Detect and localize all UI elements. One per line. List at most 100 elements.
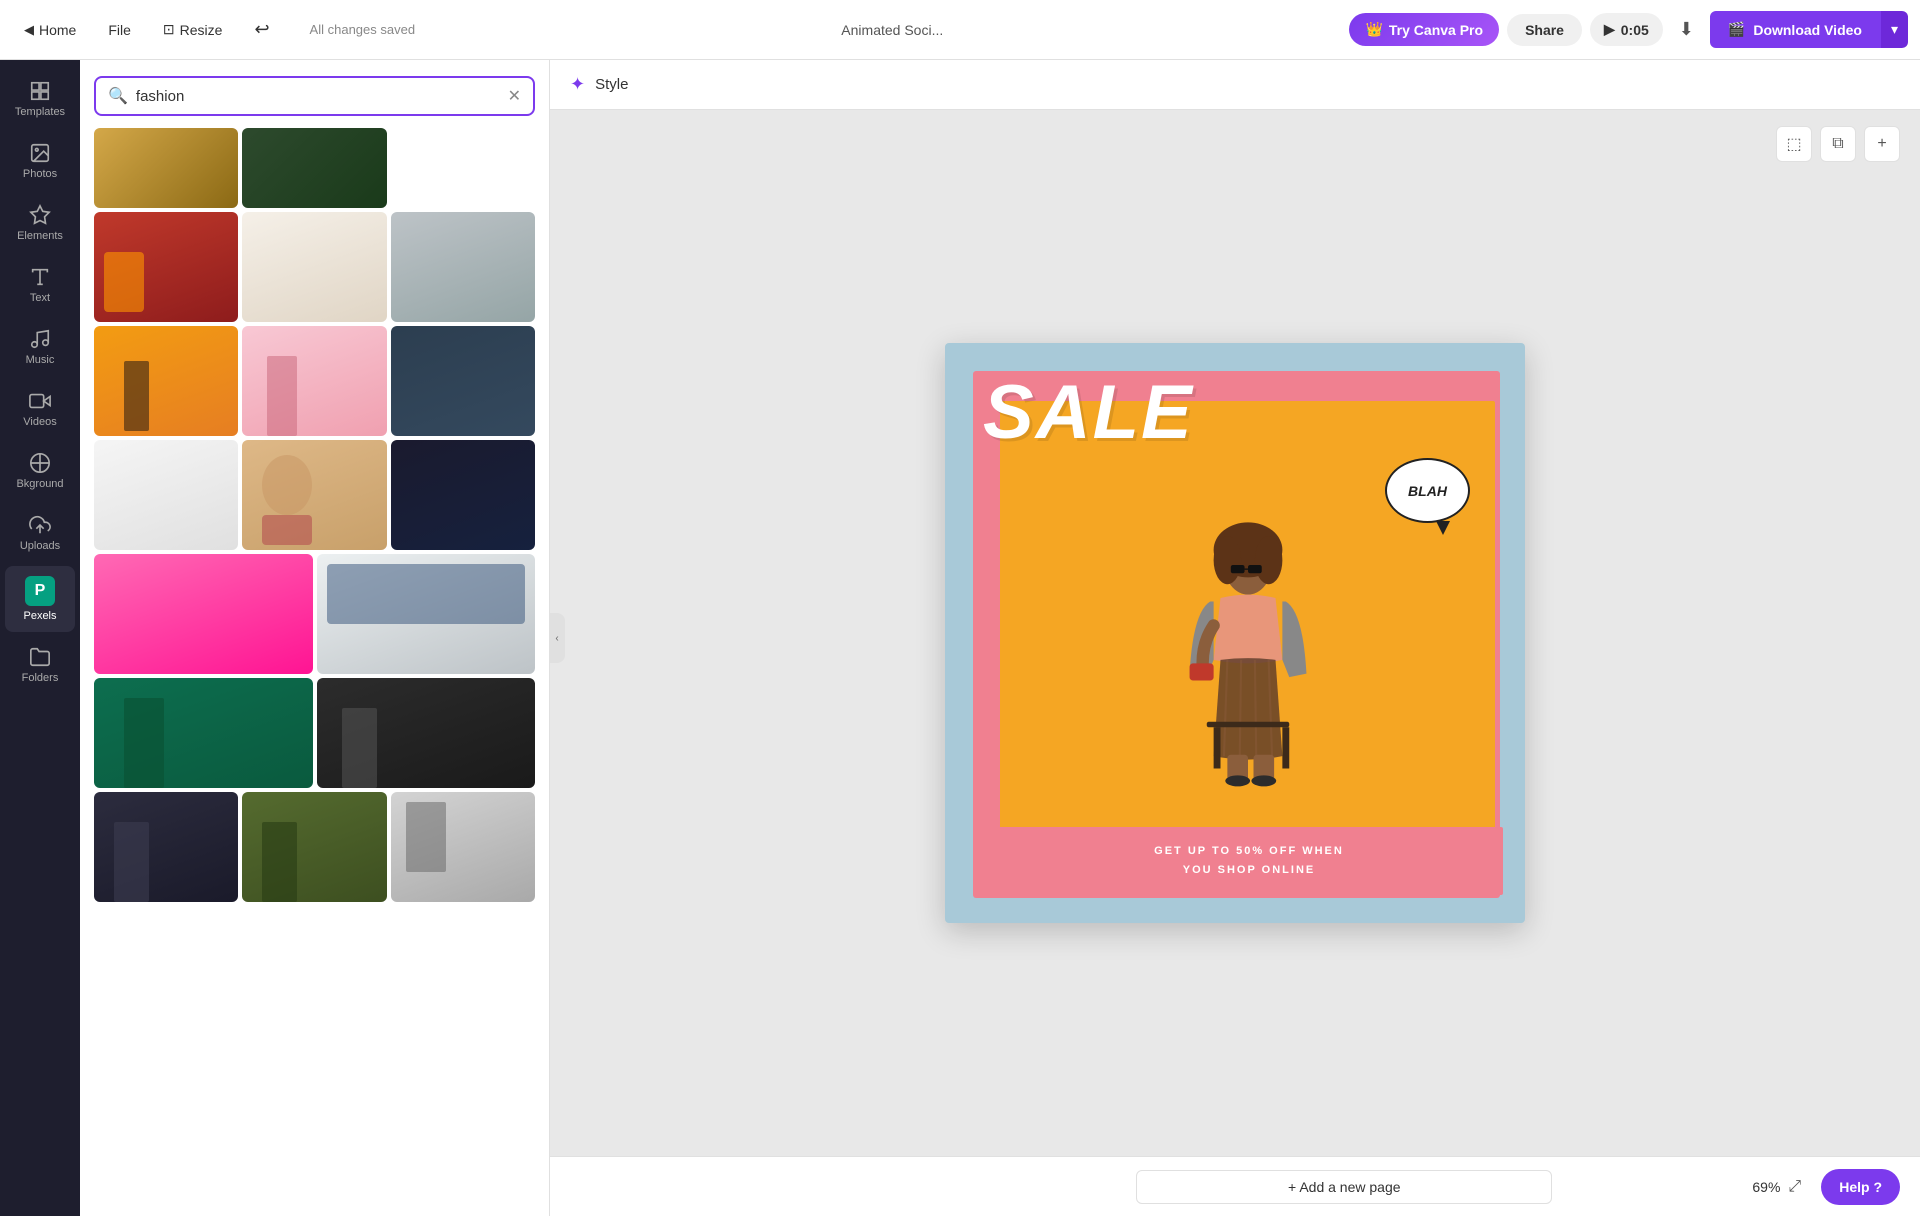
promo-banner: GET UP TO 50% OFF WHENYOU SHOP ONLINE	[995, 827, 1503, 895]
photo-item[interactable]	[94, 554, 313, 674]
photo-item[interactable]	[242, 212, 386, 322]
crown-icon: 👑	[1365, 21, 1382, 38]
promo-text: GET UP TO 50% OFF WHENYOU SHOP ONLINE	[1154, 842, 1344, 879]
download-video-group: 🎬 Download Video ▾	[1710, 11, 1908, 48]
photo-item[interactable]	[391, 440, 535, 550]
share-button[interactable]: Share	[1507, 14, 1582, 46]
clear-search-icon[interactable]: ✕	[508, 86, 521, 106]
sidebar-item-pexels[interactable]: P Pexels	[5, 566, 75, 632]
text-icon	[29, 266, 51, 288]
photo-item[interactable]	[242, 326, 386, 436]
zoom-expand-icon[interactable]: ⤢	[1788, 1178, 1801, 1196]
file-button[interactable]: File	[96, 16, 143, 44]
download-icon: ⬇	[1679, 19, 1694, 39]
preview-time: 0:05	[1621, 22, 1649, 38]
resize-icon: ⊡	[163, 21, 175, 38]
text-label: Text	[30, 292, 50, 304]
music-label: Music	[26, 354, 55, 366]
templates-icon	[29, 80, 51, 102]
caret-down-icon: ▾	[1891, 21, 1898, 37]
search-input[interactable]	[136, 88, 500, 105]
panel-collapse-handle[interactable]: ‹	[549, 613, 565, 663]
add-icon: +	[1877, 135, 1886, 153]
resize-label: Resize	[180, 22, 223, 38]
canvas-container: ⬚ ⧉ +	[550, 110, 1920, 1156]
style-sparkle-icon: ✦	[570, 74, 585, 95]
frame-icon: ⬚	[1786, 134, 1801, 154]
elements-icon	[29, 204, 51, 226]
photo-item[interactable]	[317, 678, 536, 788]
home-button[interactable]: ◀ Home	[12, 16, 88, 44]
zoom-level: 69%	[1752, 1179, 1780, 1195]
add-page-button[interactable]: +	[1864, 126, 1900, 162]
sidebar-item-background[interactable]: Bkground	[5, 442, 75, 500]
photo-item[interactable]	[94, 128, 238, 208]
download-icon-button[interactable]: ⬇	[1671, 11, 1702, 48]
sidebar-item-text[interactable]: Text	[5, 256, 75, 314]
undo-icon: ↩	[254, 19, 269, 40]
photo-item[interactable]	[391, 792, 535, 902]
add-page-button[interactable]: + Add a new page	[1136, 1170, 1552, 1204]
photo-item[interactable]	[242, 440, 386, 550]
photo-item[interactable]	[94, 326, 238, 436]
photo-item[interactable]	[242, 792, 386, 902]
background-icon	[29, 452, 51, 474]
search-bar: 🔍 ✕	[94, 76, 535, 116]
elements-label: Elements	[17, 230, 63, 242]
resize-button[interactable]: ⊡ Resize	[151, 15, 235, 44]
pro-label: Try Canva Pro	[1389, 22, 1483, 38]
download-video-label: Download Video	[1753, 22, 1862, 38]
preview-button[interactable]: ▶ 0:05	[1590, 13, 1663, 46]
folders-label: Folders	[22, 672, 59, 684]
sidebar-item-uploads[interactable]: Uploads	[5, 504, 75, 562]
sidebar-item-templates[interactable]: Templates	[5, 70, 75, 128]
photos-label: Photos	[23, 168, 57, 180]
help-button[interactable]: Help ?	[1821, 1169, 1900, 1205]
download-caret-button[interactable]: ▾	[1880, 11, 1908, 48]
photo-item[interactable]	[317, 554, 536, 674]
videos-label: Videos	[23, 416, 56, 428]
help-label: Help ?	[1839, 1179, 1882, 1195]
topnav: ◀ Home File ⊡ Resize ↩ All changes saved…	[0, 0, 1920, 60]
try-pro-button[interactable]: 👑 Try Canva Pro	[1349, 13, 1499, 46]
sidebar: Templates Photos Elements Text Music Vid…	[0, 60, 80, 1216]
sidebar-item-videos[interactable]: Videos	[5, 380, 75, 438]
share-label: Share	[1525, 22, 1564, 38]
sidebar-item-folders[interactable]: Folders	[5, 636, 75, 694]
photos-icon	[29, 142, 51, 164]
style-label: Style	[595, 76, 628, 93]
undo-button[interactable]: ↩	[242, 13, 281, 46]
uploads-icon	[29, 514, 51, 536]
copy-icon: ⧉	[1832, 135, 1843, 153]
copy-button[interactable]: ⧉	[1820, 126, 1856, 162]
photo-item[interactable]	[242, 128, 386, 208]
canvas-area: ✦ Style ⬚ ⧉ +	[550, 60, 1920, 1216]
design-canvas[interactable]: SALE BLAH GET UP TO 50% OFF WHENYOU SHOP…	[945, 343, 1525, 923]
frame-button[interactable]: ⬚	[1776, 126, 1812, 162]
photo-item[interactable]	[94, 678, 313, 788]
changes-saved-status: All changes saved	[310, 22, 416, 37]
home-label: Home	[39, 22, 76, 38]
bottom-bar: + Add a new page 69% ⤢ Help ?	[550, 1156, 1920, 1216]
list-item	[391, 128, 535, 208]
pexels-logo: P	[25, 576, 55, 606]
photo-item[interactable]	[94, 440, 238, 550]
add-page-label: + Add a new page	[1288, 1179, 1401, 1195]
photo-item[interactable]	[94, 792, 238, 902]
download-video-button[interactable]: 🎬 Download Video	[1710, 11, 1880, 48]
download-video-icon: 🎬	[1728, 21, 1745, 38]
uploads-label: Uploads	[20, 540, 60, 552]
file-label: File	[108, 22, 131, 38]
sidebar-item-elements[interactable]: Elements	[5, 194, 75, 252]
sidebar-item-music[interactable]: Music	[5, 318, 75, 376]
photo-item[interactable]	[94, 212, 238, 322]
pexels-label: Pexels	[23, 610, 56, 622]
search-panel: 🔍 ✕	[80, 60, 550, 1216]
photo-item[interactable]	[391, 326, 535, 436]
blah-bubble: BLAH	[1385, 458, 1470, 523]
photo-item[interactable]	[391, 212, 535, 322]
document-title: Animated Soci...	[841, 22, 943, 38]
style-bar: ✦ Style	[550, 60, 1920, 110]
main-layout: Templates Photos Elements Text Music Vid…	[0, 60, 1920, 1216]
sidebar-item-photos[interactable]: Photos	[5, 132, 75, 190]
